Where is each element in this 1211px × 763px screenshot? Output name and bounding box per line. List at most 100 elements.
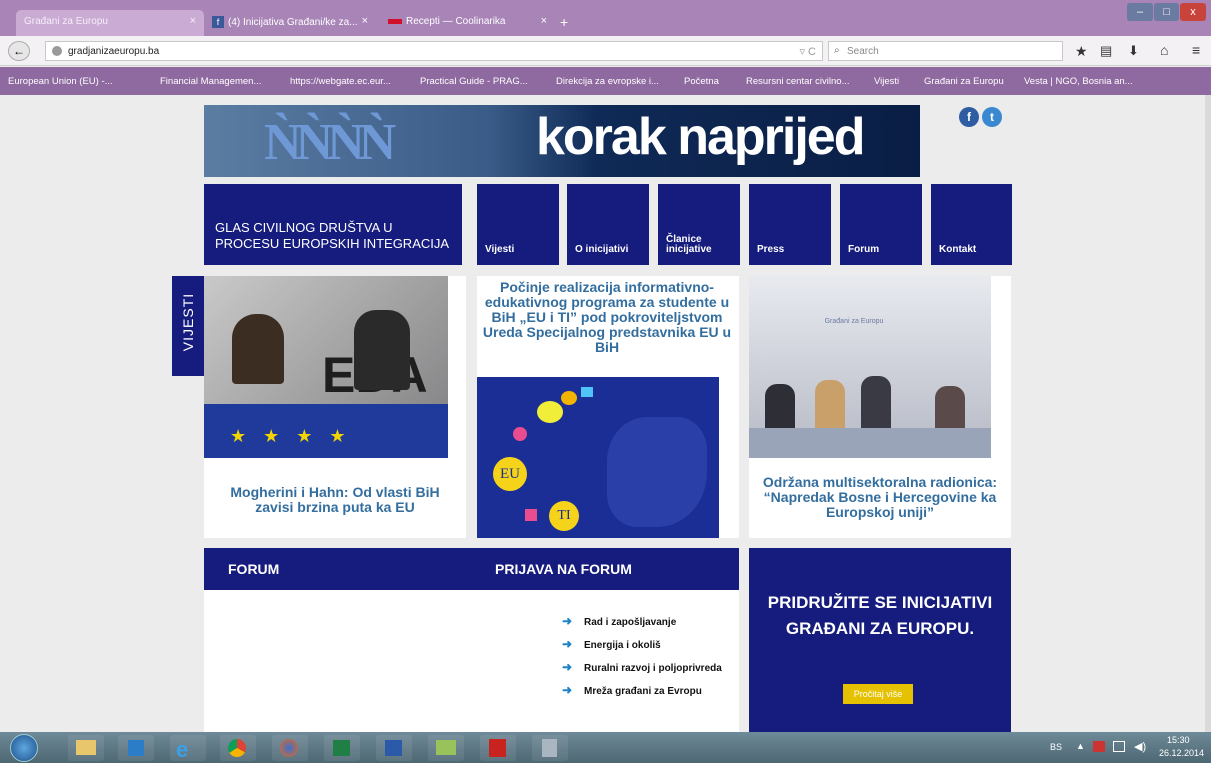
calculator-taskbar-icon[interactable] — [532, 735, 568, 761]
bookmark-item[interactable]: Financial Managemen... — [160, 76, 261, 87]
news-card[interactable]: Počinje realizacija informativno-edukati… — [477, 276, 739, 538]
language-indicator[interactable]: BS — [1050, 742, 1062, 752]
bookmark-item[interactable]: European Union (EU) -... — [8, 76, 113, 87]
news-title[interactable]: Počinje realizacija informativno-edukati… — [481, 280, 733, 355]
nav-vijesti[interactable]: Vijesti — [477, 184, 559, 265]
start-button[interactable] — [10, 734, 38, 762]
chrome-taskbar-icon[interactable] — [220, 735, 256, 761]
show-hidden-icons-icon[interactable]: ▲ — [1076, 741, 1085, 751]
europe-map-shape — [607, 417, 707, 527]
forum-link[interactable]: ➜ Ruralni razvoj i poljoprivreda — [562, 660, 722, 674]
forum-login-heading[interactable]: PRIJAVA NA FORUM — [495, 561, 632, 577]
tab-label: Građani za Europu — [24, 16, 108, 27]
url-text: gradjanizaeuropu.ba — [68, 46, 160, 57]
home-icon[interactable]: ⌂ — [1160, 42, 1168, 58]
news-card[interactable]: Građani za Europu Održana multisektoraln… — [749, 276, 1011, 538]
bookmarks-menu-icon[interactable]: ▤ — [1100, 43, 1112, 59]
bookmark-item[interactable]: Građani za Europu — [924, 76, 1004, 87]
news-card[interactable]: EDA ★ ★ ★ ★ Mogherini i Hahn: Od vlasti … — [204, 276, 466, 538]
speech-bubble-icon — [581, 387, 593, 397]
windows-taskbar: e BS ▲ ◀) 15:30 26.12.2014 — [0, 732, 1211, 763]
close-icon[interactable]: × — [541, 15, 547, 27]
forum-link-label: Energija i okoliš — [584, 640, 661, 651]
back-button[interactable]: ← — [8, 41, 30, 61]
download-icon[interactable]: ⬇ — [1128, 43, 1139, 59]
nav-kontakt[interactable]: Kontakt — [931, 184, 1012, 265]
person-shape — [354, 310, 410, 390]
bookmark-item[interactable]: Resursni centar civilno... — [746, 76, 849, 87]
read-more-button[interactable]: Pročitaj više — [843, 684, 913, 704]
eu-flag-desk: ★ ★ ★ ★ — [204, 404, 448, 458]
news-photo: EDA ★ ★ ★ ★ — [204, 276, 448, 458]
action-center-icon[interactable] — [1093, 741, 1105, 752]
search-input[interactable]: ⌕ Search — [828, 41, 1063, 61]
forum-heading: FORUM — [228, 561, 280, 577]
forum-section: FORUM PRIJAVA NA FORUM ➜ Rad i zapošljava… — [204, 548, 739, 732]
url-bar[interactable]: gradjanizaeuropu.ba ▿ C — [45, 41, 823, 61]
word-taskbar-icon[interactable] — [376, 735, 412, 761]
outlook-taskbar-icon[interactable] — [118, 735, 154, 761]
speech-bubble-icon — [525, 509, 537, 521]
forum-link-label: Rad i zapošljavanje — [584, 617, 677, 628]
news-image-eu-ti: EU TI — [477, 377, 719, 538]
arrow-right-icon: ➜ — [562, 683, 573, 697]
menu-icon[interactable]: ≡ — [1192, 42, 1200, 58]
nav-forum[interactable]: Forum — [840, 184, 922, 265]
news-title[interactable]: Održana multisektoralna radionica: “Napr… — [758, 475, 1002, 520]
reload-icon[interactable]: ▿ C — [799, 45, 816, 58]
browser-window: Građani za Europu × f (4) Inicijativa Gra… — [0, 0, 1211, 732]
new-tab-button[interactable]: + — [560, 14, 568, 30]
bookmark-item[interactable]: Vesta | NGO, Bosnia an... — [1024, 76, 1133, 87]
vijesti-label: VIJESTI — [180, 292, 196, 352]
site-banner[interactable]: ǸǸǸǸ korak naprijed — [204, 105, 920, 177]
forum-link[interactable]: ➜ Mreža građani za Evropu — [562, 683, 702, 697]
folder-taskbar-icon[interactable] — [428, 735, 464, 761]
forum-link[interactable]: ➜ Rad i zapošljavanje — [562, 614, 676, 628]
tab-gradjani[interactable]: Građani za Europu × — [16, 10, 204, 36]
nav-label: Forum — [848, 244, 880, 255]
tab-facebook[interactable]: f (4) Inicijativa Građani/ke za... × — [204, 10, 376, 36]
minimize-button[interactable]: – — [1127, 3, 1153, 21]
bookmark-item[interactable]: Početna — [684, 76, 719, 87]
forum-link-label: Ruralni razvoj i poljoprivreda — [584, 663, 722, 674]
arrow-right-icon: ➜ — [562, 614, 573, 628]
close-icon[interactable]: × — [362, 15, 368, 27]
speech-bubble-icon — [561, 391, 577, 405]
speech-bubble-icon — [513, 427, 527, 441]
forum-link[interactable]: ➜ Energija i okoliš — [562, 637, 661, 651]
bookmark-item[interactable]: https://webgate.ec.eur... — [290, 76, 391, 87]
close-window-button[interactable]: x — [1180, 3, 1206, 21]
nav-press[interactable]: Press — [749, 184, 831, 265]
facebook-icon[interactable]: f — [959, 107, 979, 127]
vijesti-side-tab[interactable]: VIJESTI — [172, 276, 204, 376]
network-icon[interactable] — [1113, 741, 1125, 752]
page-scrollbar[interactable] — [1205, 95, 1211, 732]
bookmark-star-icon[interactable]: ★ — [1075, 43, 1088, 60]
volume-icon[interactable]: ◀) — [1134, 740, 1146, 753]
close-icon[interactable]: × — [190, 15, 196, 27]
twitter-icon[interactable]: t — [982, 107, 1002, 127]
firefox-taskbar-icon[interactable] — [272, 735, 308, 761]
explorer-taskbar-icon[interactable] — [68, 735, 104, 761]
maximize-button[interactable]: □ — [1154, 3, 1179, 21]
tab-bar: Građani za Europu × f (4) Inicijativa Gra… — [0, 0, 1211, 36]
nav-label: Kontakt — [939, 244, 977, 255]
acrobat-taskbar-icon[interactable] — [480, 735, 516, 761]
bookmark-item[interactable]: Direkcija za evropske i... — [556, 76, 659, 87]
nav-label: O inicijativi — [575, 244, 629, 255]
news-photo: Građani za Europu — [749, 276, 991, 458]
bookmark-item[interactable]: Vijesti — [874, 76, 899, 87]
ti-badge: TI — [549, 501, 579, 531]
eu-badge: EU — [493, 457, 527, 491]
forum-link-label: Mreža građani za Evropu — [584, 686, 702, 697]
clock-date[interactable]: 26.12.2014 — [1159, 748, 1204, 758]
nav-clanice[interactable]: Članice inicijative — [658, 184, 740, 265]
nav-o-inicijativi[interactable]: O inicijativi — [567, 184, 649, 265]
excel-taskbar-icon[interactable] — [324, 735, 360, 761]
tab-coolinarika[interactable]: Recepti — Coolinarika × — [380, 10, 555, 36]
clock-time[interactable]: 15:30 — [1167, 735, 1190, 745]
news-title[interactable]: Mogherini i Hahn: Od vlasti BiH zavisi b… — [213, 485, 457, 515]
bookmark-item[interactable]: Practical Guide - PRAG... — [420, 76, 528, 87]
tagline-tile: GLAS CIVILNOG DRUŠTVA U PROCESU EUROPSKI… — [204, 184, 462, 265]
internet-explorer-icon[interactable]: e — [170, 735, 206, 762]
